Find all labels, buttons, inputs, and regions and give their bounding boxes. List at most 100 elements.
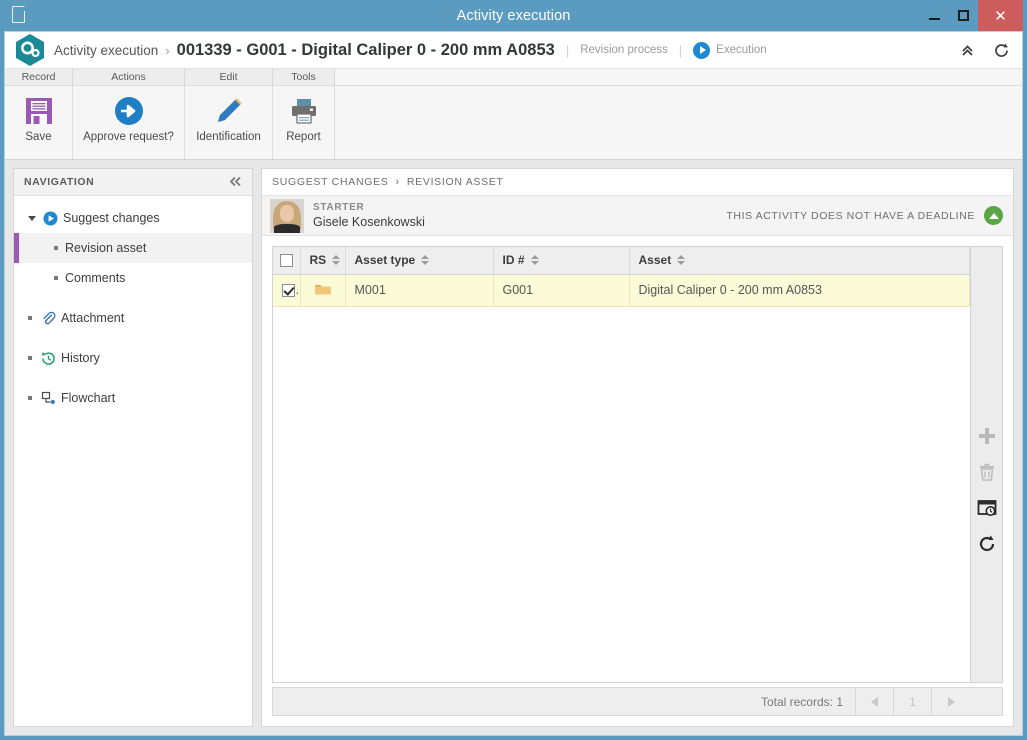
application-window: Activity execution ✕ Activity execution … <box>0 0 1027 740</box>
refresh-icon[interactable] <box>976 533 998 555</box>
ribbon-group-strip: Save Approve request? Identification Rep… <box>5 86 1022 159</box>
footer-spacer <box>970 688 1002 715</box>
sidebar-item-label: Flowchart <box>61 391 116 405</box>
save-button[interactable]: Save <box>5 92 72 143</box>
ribbon-tab-record[interactable]: Record <box>5 69 73 85</box>
folder-icon[interactable] <box>314 284 332 299</box>
square-bullet-icon <box>28 356 32 360</box>
deadline-banner: THIS ACTIVITY DOES NOT HAVE A DEADLINE <box>726 206 1003 225</box>
maximize-button[interactable] <box>949 0 978 31</box>
sort-toggle-icon[interactable] <box>332 255 341 266</box>
sort-toggle-icon[interactable] <box>421 255 430 266</box>
table-header: RS Asset type ID # Asset <box>273 247 970 275</box>
sidebar-item-comments[interactable]: Comments <box>14 263 252 293</box>
column-header-label: RS <box>309 253 327 268</box>
delete-trash-icon[interactable] <box>976 461 998 483</box>
ribbon-tab-strip: Record Actions Edit Tools <box>5 69 1022 86</box>
next-page-button[interactable] <box>932 688 970 715</box>
column-header-label: Asset type <box>354 253 416 268</box>
identification-label: Identification <box>196 131 261 143</box>
close-button[interactable]: ✕ <box>978 0 1023 31</box>
starter-bar: STARTER Gisele Kosenkowski THIS ACTIVITY… <box>262 196 1013 236</box>
row-asset-cell: Digital Caliper 0 - 200 mm A0853 <box>629 274 970 307</box>
ribbon-group-record: Save <box>5 86 73 159</box>
sort-toggle-icon[interactable] <box>530 255 539 266</box>
breadcrumb-parent[interactable]: SUGGEST CHANGES <box>272 176 389 188</box>
sidebar-item-revision-asset[interactable]: Revision asset <box>14 233 252 263</box>
starter-name: Gisele Kosenkowski <box>313 215 425 229</box>
starter-info: STARTER Gisele Kosenkowski <box>313 201 425 230</box>
previous-page-button[interactable] <box>856 688 894 715</box>
column-header-asset[interactable]: Asset <box>629 247 970 275</box>
triangle-right-icon <box>947 696 955 707</box>
square-bullet-icon <box>54 246 58 250</box>
double-chevron-up-icon[interactable] <box>960 43 975 58</box>
sidebar-item-label: Revision asset <box>65 241 147 255</box>
column-header-rs[interactable]: RS <box>300 247 346 275</box>
row-checkbox[interactable] <box>282 284 295 298</box>
column-header-id[interactable]: ID # <box>493 247 630 275</box>
square-bullet-icon <box>28 396 32 400</box>
sidebar-item-suggest-changes[interactable]: Suggest changes <box>14 203 252 233</box>
save-button-label: Save <box>25 131 52 143</box>
sort-toggle-icon[interactable] <box>677 255 686 266</box>
page-number[interactable]: 1 <box>894 688 932 715</box>
ribbon-group-spacer <box>335 86 1022 159</box>
double-chevron-left-icon[interactable] <box>229 176 242 189</box>
header-divider-2: | <box>678 42 683 58</box>
ribbon-group-edit: Identification <box>185 86 273 159</box>
revision-process-link[interactable]: Revision process <box>580 44 668 56</box>
select-all-checkbox[interactable] <box>279 254 293 268</box>
identification-button[interactable]: Identification <box>185 92 272 143</box>
data-grid: RS Asset type ID # Asset M001 G001 Digit… <box>272 246 971 683</box>
refresh-icon[interactable] <box>993 42 1010 59</box>
preview-window-icon[interactable] <box>976 497 998 519</box>
sidebar-item-history[interactable]: History <box>14 343 252 373</box>
approve-request-button[interactable]: Approve request? <box>73 92 184 143</box>
caret-down-icon[interactable] <box>28 215 36 221</box>
printer-icon <box>288 92 320 130</box>
flowchart-icon <box>39 391 57 406</box>
main-panel: SUGGEST CHANGES › REVISION ASSET STARTER… <box>261 168 1014 727</box>
table-body: M001 G001 Digital Caliper 0 - 200 mm A08… <box>273 274 970 307</box>
gears-hexagon-icon <box>15 33 45 67</box>
row-id-cell: G001 <box>493 274 630 307</box>
breadcrumb-current: REVISION ASSET <box>406 176 504 188</box>
ribbon-tab-actions[interactable]: Actions <box>73 69 185 85</box>
report-button[interactable]: Report <box>273 92 334 143</box>
minimize-button[interactable] <box>920 0 949 31</box>
triangle-left-icon <box>871 696 878 707</box>
floppy-disk-icon <box>23 92 55 130</box>
square-bullet-icon <box>28 316 32 320</box>
grid-empty-space <box>273 306 970 682</box>
column-header-label: Asset <box>638 253 672 268</box>
grid-area: RS Asset type ID # Asset M001 G001 Digit… <box>262 236 1013 683</box>
ribbon-group-actions: Approve request? <box>73 86 185 159</box>
sidebar-item-attachment[interactable]: Attachment <box>14 303 252 333</box>
header-breadcrumb-app[interactable]: Activity execution <box>54 43 158 58</box>
report-label: Report <box>286 131 321 143</box>
column-header-asset-type[interactable]: Asset type <box>345 247 494 275</box>
chevron-up-circle-icon[interactable] <box>984 206 1003 225</box>
breadcrumb: SUGGEST CHANGES › REVISION ASSET <box>262 169 1013 196</box>
ribbon-tab-tools[interactable]: Tools <box>273 69 335 85</box>
row-select-cell[interactable] <box>273 274 301 307</box>
select-all-header[interactable] <box>273 247 301 275</box>
sidebar-item-label: Attachment <box>61 311 125 325</box>
sidebar-item-label: History <box>61 351 100 365</box>
navigation-list: Suggest changes Revision asset Comments <box>14 196 252 413</box>
ribbon-group-tools: Report <box>273 86 335 159</box>
application-body: Activity execution › 001339 - G001 - Dig… <box>4 31 1023 736</box>
row-asset-type-cell: M001 <box>345 274 494 307</box>
sidebar-title: NAVIGATION <box>24 176 95 188</box>
play-circle-icon <box>41 211 59 226</box>
approve-request-label: Approve request? <box>83 131 174 143</box>
add-icon[interactable] <box>976 425 998 447</box>
sidebar-item-flowchart[interactable]: Flowchart <box>14 383 252 413</box>
ribbon: Record Actions Edit Tools Save Approve r… <box>5 69 1022 160</box>
app-header: Activity execution › 001339 - G001 - Dig… <box>5 32 1022 69</box>
ribbon-tab-edit[interactable]: Edit <box>185 69 273 85</box>
sidebar-item-label: Suggest changes <box>63 211 160 225</box>
window-controls: ✕ <box>920 0 1023 31</box>
table-row[interactable]: M001 G001 Digital Caliper 0 - 200 mm A08… <box>273 274 970 307</box>
